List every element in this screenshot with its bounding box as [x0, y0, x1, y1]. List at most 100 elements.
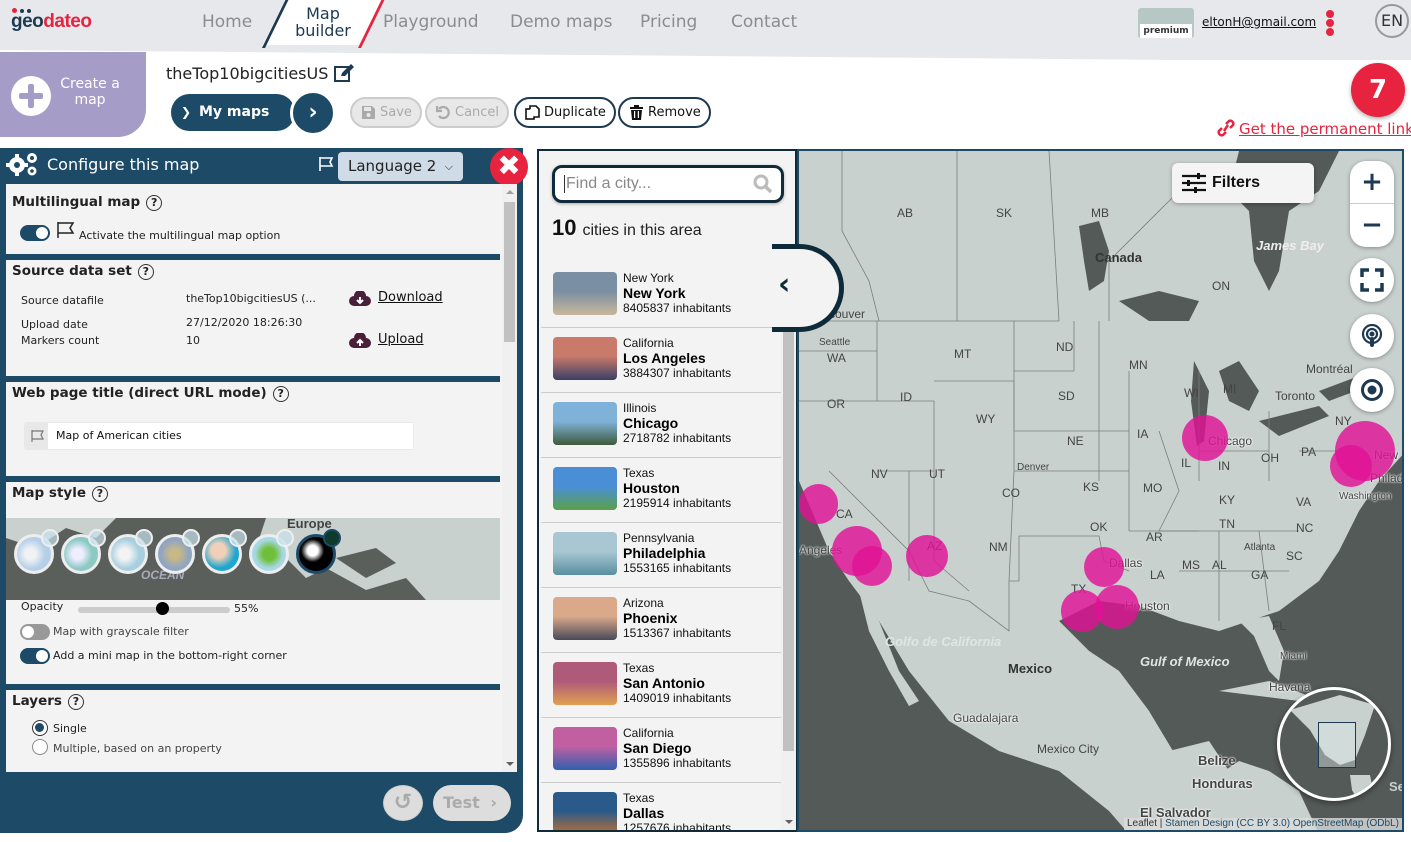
permanent-link[interactable]: Get the permanent link [1216, 119, 1411, 138]
city-list-item[interactable]: New York New York 8405837 inhabitants [541, 263, 781, 328]
city-search-field[interactable]: Find a city... [552, 165, 784, 203]
layers-single-radio[interactable] [32, 720, 48, 736]
attribution-ccby[interactable]: (CC BY 3.0) [1236, 818, 1290, 829]
close-panel-button[interactable]: ✖ [490, 148, 528, 186]
layers-multiple-label: Multiple, based on an property [53, 742, 222, 755]
map-style-option[interactable] [155, 529, 200, 574]
attribution-leaflet[interactable]: Leaflet [1127, 818, 1157, 829]
nav-home[interactable]: Home [202, 12, 252, 32]
city-list-item[interactable]: Arizona Phoenix 1513367 inhabitants [541, 588, 781, 653]
nav-demo-maps[interactable]: Demo maps [510, 12, 613, 32]
city-marker[interactable] [1061, 590, 1103, 632]
city-list-item[interactable]: California San Diego 1355896 inhabitants [541, 718, 781, 783]
remove-button[interactable]: Remove [618, 97, 711, 128]
premium-badge: premium [1138, 8, 1194, 38]
map-style-option[interactable] [249, 529, 294, 574]
save-button[interactable]: Save [350, 97, 422, 128]
minimap-toggle[interactable] [20, 648, 50, 664]
map-label: Belize [1198, 753, 1236, 768]
my-maps-dropdown[interactable]: ❯My maps (14) [171, 94, 295, 157]
section-source-data: Source data set? Source datafile theTop1… [6, 260, 500, 374]
multilingual-toggle-label: Activate the multilingual map option [79, 229, 281, 242]
map-style-option[interactable] [108, 529, 153, 574]
mini-map[interactable] [1277, 687, 1391, 801]
zoom-in-button[interactable]: + [1350, 161, 1394, 204]
help-icon[interactable]: ? [137, 264, 154, 280]
city-list-item[interactable]: Texas Dallas 1257676 inhabitants [541, 783, 781, 830]
flag-icon [319, 157, 334, 171]
attribution-stamen[interactable]: Stamen Design [1165, 818, 1233, 829]
filters-button[interactable]: Filters [1172, 163, 1314, 203]
city-state: New York [623, 271, 674, 285]
gears-icon [6, 153, 37, 176]
locate-button[interactable] [1350, 368, 1394, 412]
create-map-button[interactable]: Create a map [0, 52, 146, 137]
city-list-item[interactable]: Texas San Antonio 1409019 inhabitants [541, 653, 781, 718]
search-icon[interactable] [753, 174, 773, 194]
language-select[interactable]: Language 2 ⌵ [338, 152, 463, 181]
user-email-link[interactable]: eltonH@gmail.com [1202, 15, 1316, 29]
upload-link[interactable]: Upload [378, 332, 424, 347]
map-style-option-selected[interactable] [296, 529, 341, 574]
section-multilingual: Multilingual map? Activate the multiling… [6, 184, 500, 256]
city-list-item[interactable]: California Los Angeles 3884307 inhabitants [541, 328, 781, 393]
duplicate-button[interactable]: Duplicate [514, 97, 616, 128]
reset-button[interactable]: ↺ [383, 785, 423, 821]
map-label: Mexico City [1037, 742, 1100, 756]
map-view[interactable]: AB SK MB Canada James Bay ON couver Seat… [797, 149, 1404, 832]
nav-playground[interactable]: Playground [383, 12, 479, 32]
multilingual-toggle[interactable] [20, 225, 50, 241]
nav-pricing[interactable]: Pricing [640, 12, 697, 32]
map-label: ON [1212, 279, 1230, 293]
city-list-item[interactable]: Texas Houston 2195914 inhabitants [541, 458, 781, 523]
zoom-control: + − [1350, 161, 1394, 247]
web-page-title-field[interactable]: Map of American cities [24, 422, 414, 450]
city-list-item[interactable]: Pennsylvania Philadelphia 1553165 inhabita… [541, 523, 781, 588]
help-icon[interactable]: ? [146, 195, 163, 211]
city-marker[interactable] [1083, 546, 1125, 588]
city-marker[interactable] [906, 535, 948, 577]
help-icon[interactable]: ? [272, 386, 289, 402]
grayscale-toggle[interactable] [20, 624, 50, 640]
logo-text-part1: geo [11, 11, 44, 32]
notification-badge[interactable]: 7 [1351, 63, 1405, 117]
language-switcher[interactable]: EN [1375, 4, 1409, 38]
opacity-slider[interactable] [78, 607, 230, 613]
geodateo-logo[interactable]: geodateo [11, 8, 92, 33]
fullscreen-button[interactable] [1350, 258, 1394, 302]
zoom-out-button[interactable]: − [1350, 204, 1394, 247]
config-scrollbar[interactable] [502, 184, 517, 772]
map-label: Denver [1017, 462, 1050, 473]
mini-map-viewport[interactable] [1318, 722, 1356, 768]
download-link[interactable]: Download [378, 290, 443, 305]
help-icon[interactable]: ? [67, 694, 84, 710]
city-list-panel: Find a city... 10 cities in this area New… [537, 149, 797, 832]
city-marker[interactable] [1181, 414, 1229, 462]
map-style-option[interactable] [202, 529, 247, 574]
help-icon[interactable]: ? [91, 486, 108, 502]
city-name: San Diego [623, 740, 692, 756]
map-style-option[interactable] [14, 529, 59, 574]
kebab-icon[interactable] [1326, 10, 1334, 36]
attribution-odbl[interactable]: (ODbL) [1366, 818, 1399, 829]
city-marker[interactable] [799, 484, 838, 524]
map-style-option[interactable] [61, 529, 106, 574]
map-label: CA [836, 507, 853, 521]
test-button[interactable]: Test › [433, 785, 511, 821]
fullscreen-icon [1360, 268, 1384, 292]
city-marker[interactable] [1330, 445, 1372, 487]
web-page-title-input[interactable]: Map of American cities [48, 423, 413, 449]
map-label: LA [1150, 568, 1165, 582]
next-map-button[interactable]: › [290, 90, 336, 136]
nav-contact[interactable]: Contact [731, 12, 797, 32]
city-name: Houston [623, 480, 680, 496]
city-list-item[interactable]: Illinois Chicago 2718782 inhabitants [541, 393, 781, 458]
broadcast-button[interactable] [1350, 314, 1394, 358]
cancel-button[interactable]: Cancel [425, 97, 510, 128]
edit-icon[interactable] [334, 64, 354, 82]
nav-map-builder[interactable]: Map builder [291, 5, 355, 39]
opacity-slider-handle[interactable] [155, 602, 169, 615]
attribution-osm[interactable]: OpenStreetMap [1293, 818, 1364, 829]
city-list-scrollbar[interactable] [781, 263, 796, 830]
layers-multiple-radio[interactable] [32, 739, 48, 755]
